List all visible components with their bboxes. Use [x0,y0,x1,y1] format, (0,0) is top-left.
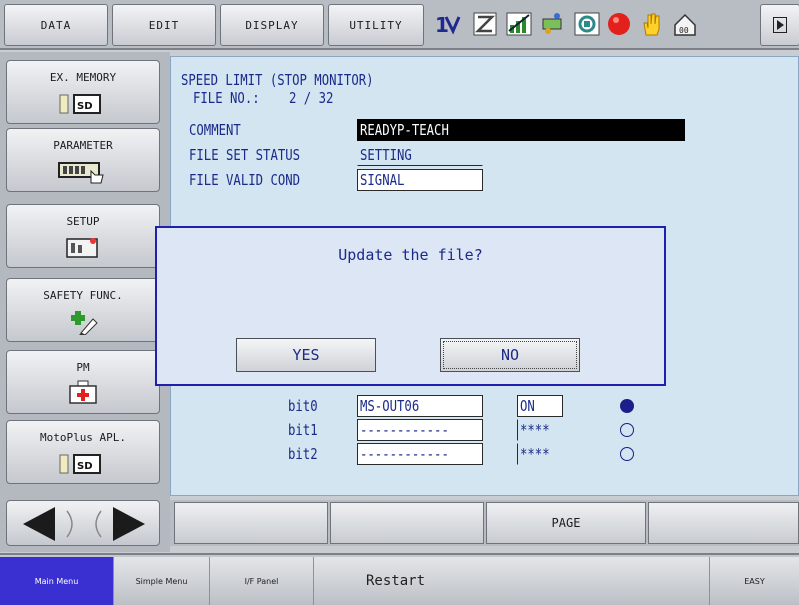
speed-icon[interactable] [504,10,534,38]
function-key-2[interactable] [330,502,484,544]
bit2-signal: ------------ [360,445,449,463]
function-bar: PAGE [170,500,799,546]
sidebar-page-arrows[interactable] [6,500,160,546]
yes-button[interactable]: YES [236,338,376,372]
security-icon[interactable]: 00 [670,10,700,38]
sd-card-sub: SD [77,461,93,472]
sd-card-sub: SD [77,101,93,112]
bottom-nav: Main Menu Simple Menu I/F Panel Restart … [0,553,799,605]
page-title: SPEED LIMIT (STOP MONITOR) [181,71,374,89]
menu-data[interactable]: DATA [4,4,108,46]
sidebar-item-label: EX. MEMORY [49,71,117,84]
bit2-label: bit2 [288,445,318,463]
bit0-indicator [620,399,634,413]
bit2-signal-field[interactable]: ------------ [357,443,483,465]
sidebar-item-setup[interactable]: SETUP [6,204,160,268]
arrow-left-icon [23,507,55,541]
bit2-state-field[interactable]: **** [517,443,563,465]
sidebar-item-motoplus-apl[interactable]: MotoPlus APL. SD [6,420,160,484]
sidebar: EX. MEMORY SD PARAMETER SETUP SAFETY FUN… [0,52,170,552]
top-menu-bar: DATA EDIT DISPLAY UTILITY 1 00 [0,0,799,50]
bit1-signal-field[interactable]: ------------ [357,419,483,441]
file-set-status-label: FILE SET STATUS [189,146,301,164]
step-icon[interactable] [470,10,500,38]
job-cycle-icon[interactable]: 1 [432,10,462,38]
file-no-label: FILE NO.: [193,89,260,107]
sidebar-item-label: PM [76,361,90,374]
file-no-value: 2 / 32 [289,89,334,107]
page-button[interactable]: PAGE [486,502,646,544]
main-menu-tab[interactable]: Main Menu [0,557,114,605]
comment-value: READYP-TEACH [360,121,449,139]
file-valid-cond-value: SIGNAL [360,171,405,189]
scroll-right-button[interactable] [760,4,799,46]
bit0-signal-field[interactable]: MS-OUT06 [357,395,483,417]
bit0-state: ON [520,397,535,415]
bit1-state: **** [520,421,550,439]
sidebar-item-ex-memory[interactable]: EX. MEMORY SD [6,60,160,124]
no-button[interactable]: NO [440,338,580,372]
sidebar-item-pm[interactable]: PM [6,350,160,414]
bit1-state-field[interactable]: **** [517,419,563,441]
tool-icon[interactable] [538,10,568,38]
menu-display[interactable]: DISPLAY [220,4,324,46]
comment-field[interactable]: READYP-TEACH [357,119,685,141]
menu-edit[interactable]: EDIT [112,4,216,46]
file-set-status-value: SETTING [360,146,412,164]
sidebar-item-parameter[interactable]: PARAMETER [6,128,160,192]
bit2-state: **** [520,445,550,463]
if-panel-tab[interactable]: I/F Panel [210,557,314,605]
svg-text:00: 00 [679,26,689,35]
sd-card-icon: SD [58,93,108,119]
function-key-4[interactable] [648,502,799,544]
menu-utility[interactable]: UTILITY [328,4,424,46]
bit0-state-field[interactable]: ON [517,395,563,417]
file-valid-cond-field[interactable]: SIGNAL [357,169,483,191]
play-right-icon [773,17,787,33]
comment-label: COMMENT [189,121,241,139]
easy-tab[interactable]: EASY [710,557,799,605]
bit0-signal: MS-OUT06 [360,397,420,415]
sidebar-item-label: SAFETY FUNC. [43,289,123,302]
function-key-1[interactable] [174,502,328,544]
bit1-indicator [620,423,634,437]
dialog-message: Update the file? [338,246,483,264]
hand-icon[interactable] [636,10,666,38]
mode-icon[interactable] [572,10,602,38]
arrow-right-icon [113,507,145,541]
sidebar-item-label: SETUP [66,215,100,228]
sidebar-item-label: MotoPlus APL. [39,431,127,444]
servo-stop-icon[interactable] [604,10,634,38]
file-set-status-field[interactable]: SETTING [357,144,483,166]
setup-icon [63,237,103,263]
sidebar-item-label: PARAMETER [53,139,113,152]
safety-icon [63,311,103,339]
file-valid-cond-label: FILE VALID COND [189,171,301,189]
parameter-icon [57,161,109,189]
pm-icon [67,379,99,409]
confirm-dialog: Update the file? YES NO [155,226,666,386]
bit2-indicator [620,447,634,461]
sd-card-icon: SD [58,453,108,479]
bit1-signal: ------------ [360,421,449,439]
bit0-label: bit0 [288,397,318,415]
bit1-label: bit1 [288,421,318,439]
restart-status: Restart [314,557,710,605]
simple-menu-tab[interactable]: Simple Menu [114,557,210,605]
sidebar-item-safety-func[interactable]: SAFETY FUNC. [6,278,160,342]
